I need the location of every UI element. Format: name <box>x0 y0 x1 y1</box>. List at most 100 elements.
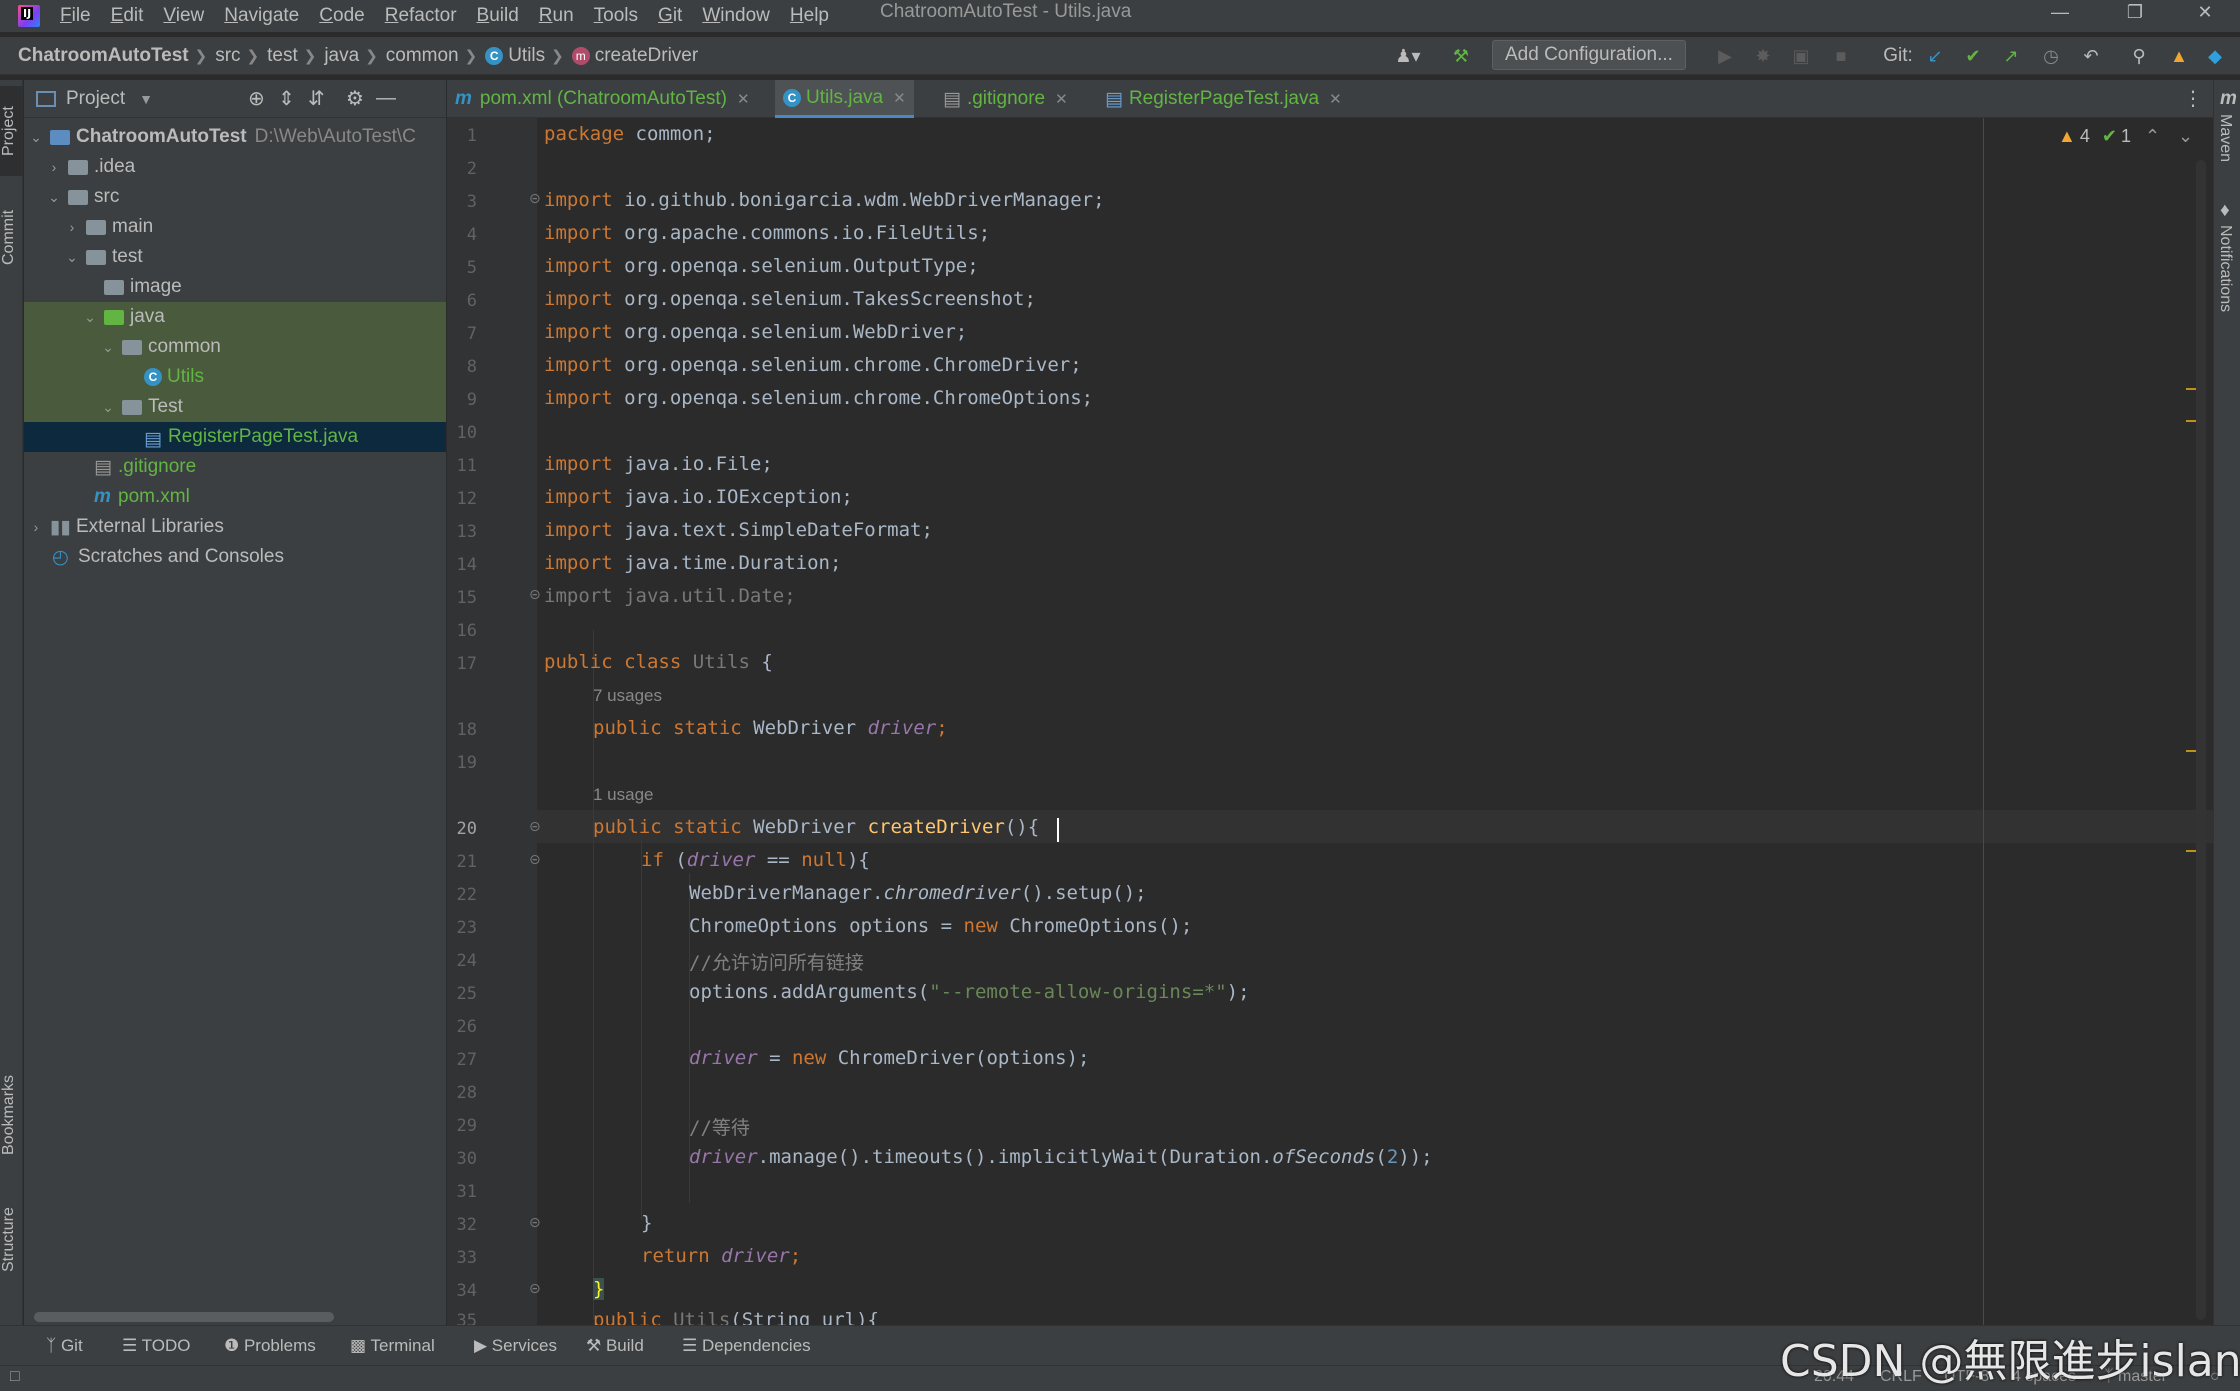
breadcrumb-createdriver[interactable]: createDriver <box>595 45 698 67</box>
tree-item-idea[interactable]: › .idea <box>24 152 446 182</box>
menu-run[interactable]: Run <box>539 5 574 27</box>
fold-icon[interactable]: ⊝ <box>529 1280 541 1297</box>
expand-all-icon[interactable]: ⇕ <box>278 86 295 111</box>
breadcrumb-test[interactable]: test <box>267 45 298 67</box>
terminal-tool-button[interactable]: ▩ Terminal <box>350 1336 435 1356</box>
chevron-right-icon[interactable]: › <box>46 159 62 175</box>
gear-icon[interactable]: ⚙ <box>346 86 364 111</box>
menu-edit[interactable]: Edit <box>111 5 144 27</box>
tree-item-main[interactable]: › main <box>24 212 446 242</box>
git-push-icon[interactable]: ↗ <box>2000 45 2022 67</box>
menu-code[interactable]: Code <box>319 5 364 27</box>
notifications-tool-tab[interactable]: Notifications <box>2216 225 2234 312</box>
more-tabs-icon[interactable]: ⋮ <box>2183 86 2203 111</box>
fold-icon[interactable]: ⊝ <box>529 851 541 868</box>
menu-window[interactable]: Window <box>702 5 770 27</box>
chevron-down-icon[interactable]: ⌄ <box>100 399 116 416</box>
breadcrumb-utils[interactable]: Utils <box>508 45 545 67</box>
fold-icon[interactable]: ⊝ <box>529 190 541 207</box>
breadcrumb-common[interactable]: common <box>386 45 459 67</box>
build-tool-button[interactable]: ⚒ Build <box>586 1336 644 1356</box>
tree-item-pom[interactable]: m pom.xml <box>24 482 446 512</box>
usage-hint[interactable]: 7 usages <box>593 686 662 706</box>
add-configuration-button[interactable]: Add Configuration... <box>1492 40 1686 70</box>
tree-item-utils[interactable]: C Utils <box>24 362 446 392</box>
tree-item-test-package[interactable]: ⌄ Test <box>24 392 446 422</box>
tab-registerpagetest[interactable]: ▤ RegisterPageTest.java ✕ <box>1097 80 1350 118</box>
tree-item-src[interactable]: ⌄ src <box>24 182 446 212</box>
close-icon[interactable]: ✕ <box>737 90 750 108</box>
locate-icon[interactable]: ⊕ <box>248 86 265 111</box>
close-icon[interactable]: ✕ <box>1055 90 1068 108</box>
usage-hint[interactable]: 1 usage <box>593 785 654 805</box>
tab-utils-java[interactable]: C Utils.java ✕ <box>775 80 914 118</box>
tree-item-common[interactable]: ⌄ common <box>24 332 446 362</box>
fold-icon[interactable]: ⊝ <box>529 818 541 835</box>
tree-item-gitignore[interactable]: ▤ .gitignore <box>24 452 446 482</box>
chevron-down-icon[interactable]: ⌄ <box>100 339 116 356</box>
close-icon[interactable]: ✕ <box>1329 90 1342 108</box>
todo-tool-button[interactable]: ☰ TODO <box>122 1336 190 1356</box>
stop-icon[interactable]: ■ <box>1830 45 1852 67</box>
git-tool-button[interactable]: ᛉ Git <box>46 1336 83 1356</box>
tree-item-project-root[interactable]: ⌄ ChatroomAutoTest D:\Web\AutoTest\C <box>24 122 446 152</box>
coverage-icon[interactable]: ▣ <box>1790 45 1812 67</box>
inspection-widget[interactable]: ▲ 4 ✔ 1 ⌃ ⌄ <box>2058 126 2193 147</box>
tree-item-scratches[interactable]: ◴ Scratches and Consoles <box>24 542 446 572</box>
menu-help[interactable]: Help <box>790 5 829 27</box>
layout-toggle-icon[interactable]: □ <box>10 1368 20 1386</box>
build-hammer-icon[interactable]: ⚒ <box>1450 45 1472 67</box>
run-icon[interactable]: ▶ <box>1714 45 1736 67</box>
dependencies-tool-button[interactable]: ☰ Dependencies <box>682 1336 811 1356</box>
update-icon[interactable]: ▲ <box>2168 45 2190 67</box>
next-problem-icon[interactable]: ⌄ <box>2178 126 2193 147</box>
previous-problem-icon[interactable]: ⌃ <box>2145 126 2160 147</box>
close-window-icon[interactable]: ✕ <box>2185 0 2225 24</box>
git-commit-icon[interactable]: ✔ <box>1962 45 1984 67</box>
chevron-down-icon[interactable]: ⌄ <box>82 309 98 326</box>
close-icon[interactable]: ✕ <box>893 89 906 107</box>
services-tool-button[interactable]: ▶ Services <box>474 1336 557 1356</box>
fold-icon[interactable]: ⊝ <box>529 586 541 603</box>
chevron-right-icon[interactable]: › <box>28 519 44 535</box>
project-tool-tab[interactable]: Project <box>0 86 23 176</box>
maven-tool-tab[interactable]: Maven <box>2216 114 2234 162</box>
menu-refactor[interactable]: Refactor <box>385 5 457 27</box>
minimize-icon[interactable]: — <box>2040 0 2080 24</box>
menu-view[interactable]: View <box>163 5 204 27</box>
commit-tool-tab[interactable]: Commit <box>0 192 23 282</box>
structure-tool-tab[interactable]: Structure <box>0 1190 23 1290</box>
chevron-down-icon[interactable]: ⌄ <box>28 129 44 146</box>
rollback-icon[interactable]: ↶ <box>2080 45 2102 67</box>
git-history-icon[interactable]: ◷ <box>2040 45 2062 67</box>
tab-pom-xml[interactable]: m pom.xml (ChatroomAutoTest) ✕ <box>447 80 758 118</box>
bookmarks-tool-tab[interactable]: Bookmarks <box>0 1060 23 1170</box>
breadcrumb-src[interactable]: src <box>215 45 240 67</box>
menu-navigate[interactable]: Navigate <box>224 5 299 27</box>
problems-tool-button[interactable]: ❶ Problems <box>224 1336 316 1356</box>
debug-icon[interactable]: ✸ <box>1752 45 1774 67</box>
vertical-scrollbar[interactable] <box>2196 160 2206 1320</box>
tree-item-external-libraries[interactable]: › ▮▮ External Libraries <box>24 512 446 542</box>
menu-file[interactable]: File <box>60 5 91 27</box>
jetbrains-toolbox-icon[interactable]: ◆ <box>2204 45 2226 67</box>
collapse-all-icon[interactable]: ⇵ <box>308 86 325 111</box>
tree-item-image[interactable]: image <box>24 272 446 302</box>
horizontal-scrollbar[interactable] <box>34 1312 334 1322</box>
chevron-right-icon[interactable]: › <box>64 219 80 235</box>
project-view-selector[interactable]: Project <box>66 88 125 110</box>
user-account-icon[interactable]: ♟▾ <box>1388 45 1428 67</box>
menu-tools[interactable]: Tools <box>594 5 638 27</box>
search-icon[interactable]: ⚲ <box>2128 45 2150 67</box>
chevron-down-icon[interactable]: ⌄ <box>64 249 80 266</box>
breadcrumb-project[interactable]: ChatroomAutoTest <box>18 45 189 67</box>
tree-item-java[interactable]: ⌄ java <box>24 302 446 332</box>
fold-icon[interactable]: ⊝ <box>529 1214 541 1231</box>
tab-gitignore[interactable]: ▤ .gitignore ✕ <box>935 80 1076 118</box>
tree-item-registerpagetest[interactable]: ▤ RegisterPageTest.java <box>24 422 446 452</box>
menu-git[interactable]: Git <box>658 5 682 27</box>
hide-panel-icon[interactable]: — <box>376 87 396 110</box>
chevron-down-icon[interactable]: ⌄ <box>46 189 62 206</box>
menu-build[interactable]: Build <box>477 5 519 27</box>
chevron-down-icon[interactable]: ▼ <box>139 91 153 107</box>
